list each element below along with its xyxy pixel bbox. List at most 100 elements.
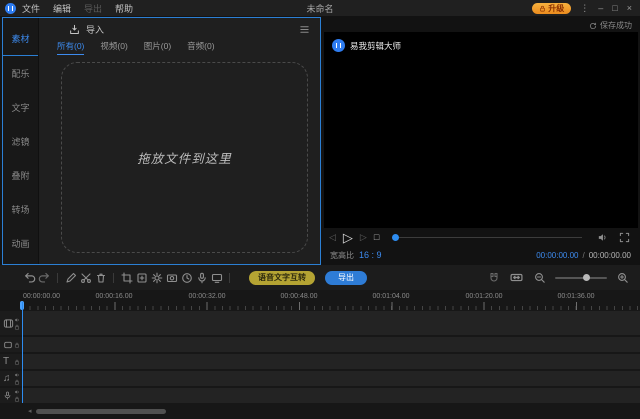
lock-icon[interactable] — [14, 324, 20, 330]
speech-to-text-button[interactable]: 语音文字互转 — [249, 271, 315, 285]
zoom-out-icon[interactable] — [532, 270, 547, 285]
zoom-in-icon[interactable] — [615, 270, 630, 285]
mute-icon[interactable] — [14, 317, 20, 323]
aspect-ratio-value[interactable]: 16 : 9 — [359, 250, 382, 260]
scroll-left-icon[interactable]: ◂ — [28, 407, 32, 415]
seek-bar[interactable] — [392, 237, 582, 238]
next-frame-button[interactable]: ▷ — [360, 233, 367, 242]
tab-all[interactable]: 所有(0) — [57, 40, 84, 55]
delete-trash-icon[interactable] — [93, 270, 108, 285]
preview-video-area: 易我剪辑大师 — [324, 32, 638, 228]
time-current: 00:00:00.00 — [536, 251, 578, 260]
ruler-label: 00:00:48.00 — [281, 293, 318, 300]
duration-clock-icon[interactable] — [179, 270, 194, 285]
sidebar-item-overlays[interactable]: 叠附 — [3, 158, 38, 192]
mute-icon[interactable] — [14, 389, 20, 395]
sidebar-item-animation[interactable]: 动画 — [3, 226, 38, 260]
stop-button[interactable]: □ — [374, 233, 379, 242]
lock-icon[interactable] — [14, 359, 20, 365]
timeline: 00:00:00.00 00:00:16.00 00:00:32.00 00:0… — [0, 290, 640, 419]
music-track-lane[interactable] — [22, 371, 640, 386]
playback-controls: ◁ ▷ ▷ □ — [321, 228, 640, 246]
menu-export: 导出 — [84, 2, 102, 15]
menu-help[interactable]: 帮助 — [115, 2, 133, 15]
lock-icon[interactable] — [14, 342, 20, 348]
file-dropzone[interactable]: 拖放文件到这里 — [61, 62, 308, 253]
menu-file[interactable]: 文件 — [22, 2, 40, 15]
scrollbar-thumb[interactable] — [36, 409, 166, 414]
sidebar-item-text[interactable]: 文字 — [3, 90, 38, 124]
list-view-icon[interactable] — [299, 24, 310, 35]
menu-edit[interactable]: 编辑 — [53, 2, 71, 15]
close-button[interactable]: × — [627, 4, 632, 13]
upgrade-label: 升级 — [548, 3, 564, 14]
minimize-button[interactable]: – — [598, 4, 603, 13]
mute-icon[interactable] — [14, 372, 20, 378]
undo-icon[interactable] — [22, 270, 37, 285]
edit-pencil-icon[interactable] — [63, 270, 78, 285]
text-track-icon: T — [3, 357, 9, 367]
app-logo-icon — [332, 39, 345, 52]
import-icon — [69, 24, 80, 35]
speed-gear-icon[interactable] — [149, 270, 164, 285]
ruler-label: 00:00:32.00 — [189, 293, 226, 300]
tab-audio[interactable]: 音频(0) — [187, 40, 214, 54]
playhead[interactable] — [22, 302, 23, 403]
voiceover-track — [0, 388, 640, 403]
voiceover-track-header — [0, 388, 22, 403]
ruler-label: 00:00:16.00 — [96, 293, 133, 300]
music-track-icon: ♫ — [3, 374, 11, 384]
timeline-zoom-slider[interactable] — [555, 277, 607, 279]
fullscreen-icon[interactable] — [617, 230, 632, 245]
mosaic-camera-icon[interactable] — [164, 270, 179, 285]
ruler-label: 00:00:00.00 — [23, 293, 60, 300]
crop-icon[interactable] — [119, 270, 134, 285]
ruler-label: 00:01:20.00 — [466, 293, 503, 300]
volume-icon[interactable] — [595, 230, 610, 245]
video-track-header — [0, 311, 22, 335]
ruler-label: 00:01:04.00 — [373, 293, 410, 300]
overlay-track-lane[interactable] — [22, 337, 640, 352]
tab-video[interactable]: 视频(0) — [100, 40, 127, 54]
voiceover-mic-icon[interactable] — [194, 270, 209, 285]
fit-timeline-icon[interactable] — [509, 270, 524, 285]
upgrade-button[interactable]: 升级 — [532, 3, 571, 14]
export-button[interactable]: 导出 — [325, 271, 367, 285]
snap-magnet-icon[interactable] — [486, 270, 501, 285]
lock-icon[interactable] — [14, 379, 20, 385]
sidebar-item-transitions[interactable]: 转场 — [3, 192, 38, 226]
time-total: 00:00:00.00 — [589, 251, 631, 260]
maximize-button[interactable]: □ — [612, 4, 617, 13]
more-menu-button[interactable]: ⋮ — [580, 4, 589, 13]
app-logo-icon — [5, 3, 16, 14]
watermark: 易我剪辑大师 — [332, 39, 401, 52]
split-scissors-icon[interactable] — [78, 270, 93, 285]
import-button[interactable]: 导入 — [86, 23, 104, 36]
timeline-tracks: T ♫ — [0, 311, 640, 405]
text-track-header: T — [0, 354, 22, 369]
text-track-lane[interactable] — [22, 354, 640, 369]
video-track-lane[interactable] — [22, 311, 640, 335]
overlay-track — [0, 337, 640, 352]
titlebar: 文件 编辑 导出 帮助 未命名 升级 ⋮ – □ × — [0, 0, 640, 16]
video-track-icon — [3, 318, 14, 329]
record-screen-icon[interactable] — [209, 270, 224, 285]
play-button[interactable]: ▷ — [343, 231, 353, 244]
lock-icon — [539, 5, 546, 12]
text-track: T — [0, 354, 640, 369]
redo-icon[interactable] — [37, 270, 52, 285]
zoom-frame-icon[interactable] — [134, 270, 149, 285]
voiceover-track-lane[interactable] — [22, 388, 640, 403]
seek-handle[interactable] — [392, 234, 399, 241]
edit-toolbar: 语音文字互转 导出 — [0, 265, 640, 290]
sidebar-item-filters[interactable]: 滤镜 — [3, 124, 38, 158]
sidebar-item-media[interactable]: 素材 — [3, 22, 38, 56]
timeline-ruler[interactable]: 00:00:00.00 00:00:16.00 00:00:32.00 00:0… — [0, 290, 640, 311]
zoom-slider-handle[interactable] — [583, 274, 590, 281]
preview-panel: 保存成功 易我剪辑大师 ◁ ▷ ▷ □ 宽高比 16 : 9 00:0 — [321, 16, 640, 265]
sidebar-item-music[interactable]: 配乐 — [3, 56, 38, 90]
ruler-ticks — [22, 302, 640, 310]
previous-frame-button[interactable]: ◁ — [329, 233, 336, 242]
lock-icon[interactable] — [14, 396, 20, 402]
tab-image[interactable]: 图片(0) — [144, 40, 171, 54]
